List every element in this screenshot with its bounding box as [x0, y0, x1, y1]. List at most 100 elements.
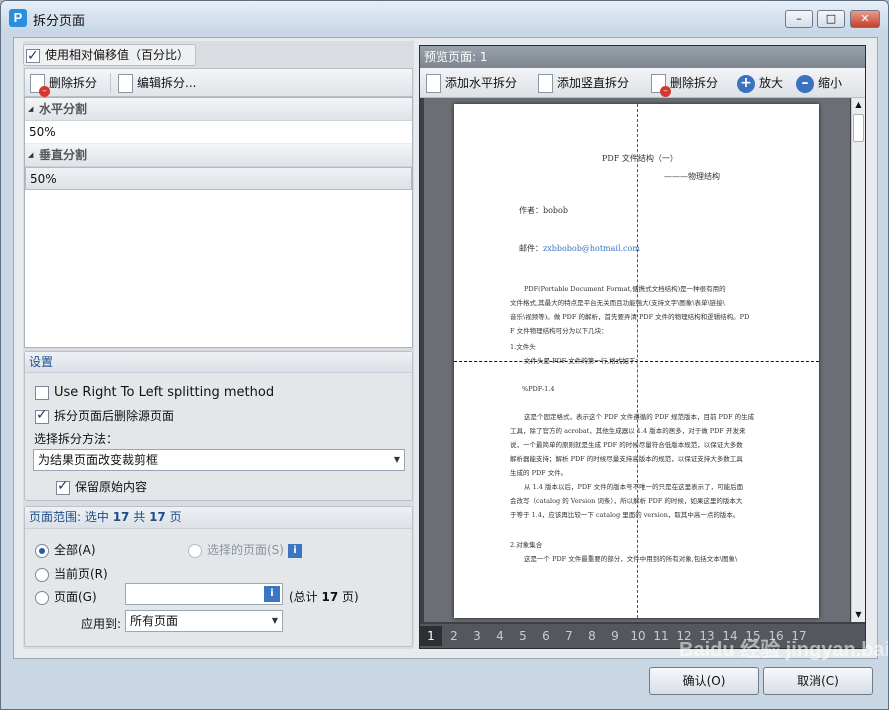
doc-line: 从 1.4 版本以后，PDF 文件的版本号不唯一的只是在这里表示了，可能后面 [524, 483, 744, 491]
zoom-in-label: 放大 [759, 76, 784, 90]
apply-to-label: 应用到: [81, 617, 122, 631]
split-list[interactable]: 水平分割 50% 垂直分割 50% [24, 97, 413, 348]
page-tab-5[interactable]: 5 [512, 626, 534, 646]
total-count: 17 [321, 590, 339, 604]
page-tab-17[interactable]: 17 [788, 626, 810, 646]
doc-author: 作者：bobob [519, 206, 568, 215]
scroll-up-icon[interactable]: ▲ [852, 98, 865, 112]
doc-email-label: 邮件： [519, 244, 543, 253]
doc-line: 1.文件头 [510, 343, 536, 351]
page-tab-8[interactable]: 8 [581, 626, 603, 646]
keep-content-checkbox[interactable]: 保留原始内容 [56, 478, 147, 495]
close-button[interactable]: ✕ [850, 10, 880, 28]
apply-to-select[interactable]: 所有页面 ▼ [125, 610, 283, 632]
preview-canvas[interactable]: PDF 文件结构（一） ———物理结构 作者：bobob 邮件：zxbbobob… [424, 98, 850, 622]
relative-offset-checkbox[interactable]: 使用相对偏移值（百分比） [23, 44, 197, 66]
scroll-thumb[interactable] [853, 114, 864, 142]
page-tab-1[interactable]: 1 [420, 626, 442, 646]
preview-delete-icon: – [651, 74, 671, 97]
zoom-out-button[interactable]: – 缩小 [796, 70, 842, 96]
zoom-in-icon: + [737, 74, 755, 93]
zoom-in-button[interactable]: + 放大 [737, 70, 783, 96]
page-tab-3[interactable]: 3 [466, 626, 488, 646]
edit-doc-icon [118, 74, 133, 93]
vertical-split-header[interactable]: 垂直分割 [25, 144, 412, 167]
page-tab-16[interactable]: 16 [765, 626, 787, 646]
horizontal-split-header[interactable]: 水平分割 [25, 98, 412, 121]
apply-chevron-down-icon: ▼ [271, 616, 278, 625]
horizontal-split-item[interactable]: 50% [25, 121, 412, 144]
doc-line: 于等于 1.4，应该再比较一下 catalog 里面的 version，取其中高… [510, 511, 740, 519]
all-pages-radio-dot[interactable] [35, 543, 49, 558]
split-method-select[interactable]: 为结果页面改变裁剪框 ▼ [33, 449, 405, 471]
scroll-down-icon[interactable]: ▼ [852, 608, 865, 622]
page-tab-7[interactable]: 7 [558, 626, 580, 646]
edit-split-button[interactable]: 编辑拆分... [118, 70, 196, 96]
delete-source-check[interactable] [35, 407, 49, 424]
doc-subtitle: ———物理结构 [664, 172, 720, 181]
title-bar[interactable]: P 拆分页面 – □ ✕ [1, 1, 888, 33]
delete-source-checkbox[interactable]: 拆分页面后删除源页面 [35, 407, 174, 424]
page-tab-11[interactable]: 11 [650, 626, 672, 646]
pages-radio-dot[interactable] [35, 590, 49, 605]
preview-scrollbar[interactable]: ▲ ▼ [851, 98, 865, 622]
cancel-button[interactable]: 取消(C) [763, 667, 873, 695]
page-tab-12[interactable]: 12 [673, 626, 695, 646]
split-method-value: 为结果页面改变裁剪框 [38, 453, 159, 467]
add-horizontal-label: 添加水平拆分 [445, 76, 518, 90]
doc-line: 生成的 PDF 文件。 [510, 469, 568, 477]
minimize-button[interactable]: – [785, 10, 813, 28]
selected-pages-label: 选择的页面(S) [207, 543, 284, 557]
page-range-title: 页面范围: 选中 17 共 17 页 [25, 507, 412, 529]
pdf-page: PDF 文件结构（一） ———物理结构 作者：bobob 邮件：zxbbobob… [454, 104, 819, 618]
preview-toolbar: 添加水平拆分 添加竖直拆分 – 删除拆分 + 放大 – 缩小 [420, 68, 865, 98]
app-logo-icon: P [9, 9, 27, 27]
horizontal-split-icon [426, 74, 441, 93]
doc-line: %PDF-1.4 [522, 385, 555, 393]
page-tab-9[interactable]: 9 [604, 626, 626, 646]
all-pages-label: 全部(A) [54, 543, 96, 557]
doc-email-line: 邮件：zxbbobob@hotmail.com [519, 242, 640, 256]
pages-info-icon[interactable]: i [264, 586, 280, 602]
doc-line: 2.对象集合 [510, 541, 543, 549]
delete-split-button[interactable]: – 删除拆分 [30, 70, 98, 97]
page-tab-6[interactable]: 6 [535, 626, 557, 646]
preview-delete-split-button[interactable]: – 删除拆分 [651, 70, 718, 97]
keep-content-label: 保留原始内容 [75, 480, 148, 494]
maximize-button[interactable]: □ [817, 10, 845, 28]
page-tab-2[interactable]: 2 [443, 626, 465, 646]
pages-input[interactable]: i [125, 583, 283, 605]
page-tab-15[interactable]: 15 [742, 626, 764, 646]
all-pages-radio[interactable]: 全部(A) [35, 541, 96, 558]
add-vertical-split-button[interactable]: 添加竖直拆分 [538, 70, 629, 96]
add-horizontal-split-button[interactable]: 添加水平拆分 [426, 70, 517, 96]
keep-content-check[interactable] [56, 478, 70, 495]
page-tab-13[interactable]: 13 [696, 626, 718, 646]
current-page-label: 当前页(R) [54, 567, 108, 581]
preview-panel: 预览页面: 1 添加水平拆分 添加竖直拆分 – 删除拆分 + 放大 – 缩小 PDF … [419, 45, 866, 649]
vertical-split-item[interactable]: 50% [25, 167, 412, 190]
apply-to-value: 所有页面 [130, 614, 179, 628]
page-range-group: 页面范围: 选中 17 共 17 页 全部(A) 选择的页面(S) i 当前页(R… [24, 506, 413, 647]
current-page-radio[interactable]: 当前页(R) [35, 565, 108, 582]
doc-line: 这是个固定格式，表示这个 PDF 文件遵循的 PDF 规范版本，目前 PDF 的… [524, 413, 755, 421]
pages-radio[interactable]: 页面(G) [35, 588, 97, 605]
delete-split-label: 删除拆分 [49, 76, 98, 90]
page-tab-14[interactable]: 14 [719, 626, 741, 646]
current-page-radio-dot[interactable] [35, 567, 49, 582]
doc-title: PDF 文件结构（一） [602, 154, 678, 163]
vertical-split-line[interactable] [636, 104, 638, 618]
doc-line: 文件格式,其最大的特点是平台无关而且功能强大(支持文字\图象\表单\链接\ [510, 299, 725, 307]
ok-button[interactable]: 确认(O) [649, 667, 759, 695]
rtl-checkbox[interactable]: Use Right To Left splitting method [35, 385, 274, 400]
rtl-label: Use Right To Left splitting method [54, 385, 275, 400]
dialog-title: 拆分页面 [33, 14, 86, 29]
total-suffix: 页) [342, 590, 359, 604]
page-tab-10[interactable]: 10 [627, 626, 649, 646]
page-tab-4[interactable]: 4 [489, 626, 511, 646]
range-selected-count: 17 [112, 510, 130, 524]
relative-offset-check[interactable] [26, 46, 40, 66]
rtl-check[interactable] [35, 385, 49, 400]
split-toolbar: – 删除拆分 编辑拆分... [24, 68, 413, 97]
edit-split-label: 编辑拆分... [137, 76, 197, 90]
